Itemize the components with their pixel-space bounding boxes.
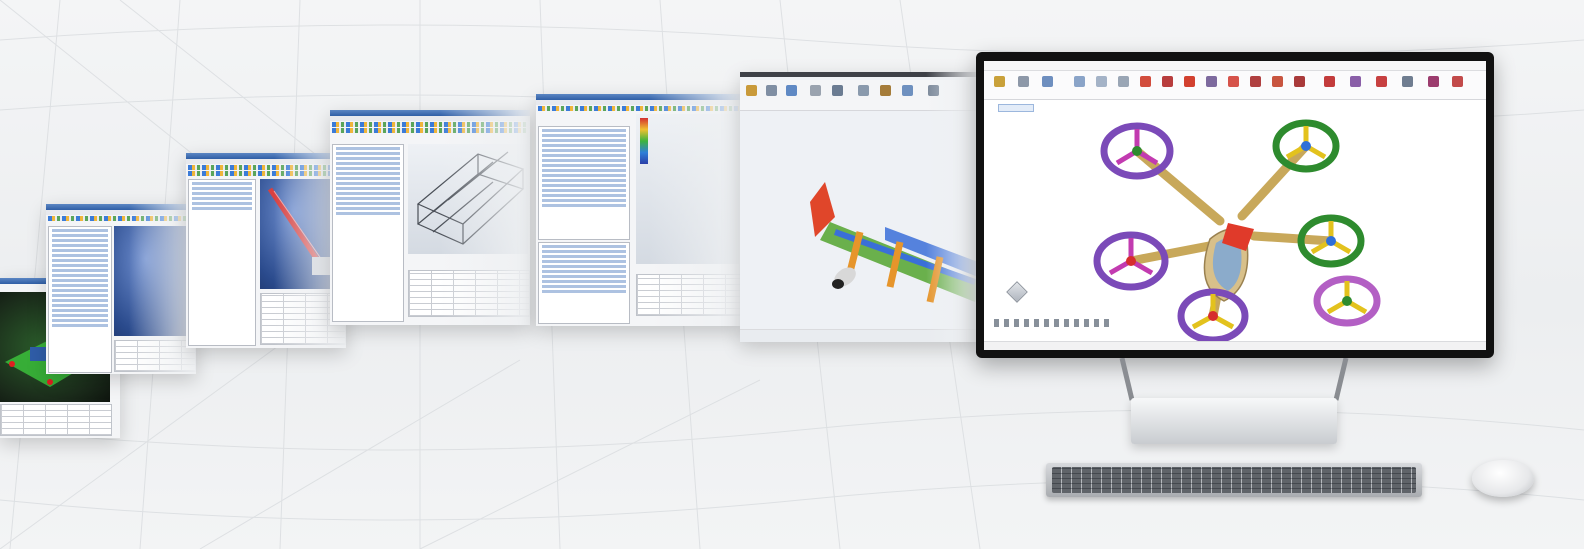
ribbon-tool-icon[interactable]	[1042, 76, 1053, 87]
ribbon-tool-icon[interactable]	[1350, 76, 1361, 87]
ribbon-tool-icon[interactable]	[1074, 76, 1085, 87]
properties-panel	[538, 242, 630, 324]
desktop-monitor	[976, 52, 1494, 358]
fade-overlay	[648, 94, 741, 326]
monitor-stand-base	[1131, 398, 1337, 444]
hero-banner	[0, 0, 1584, 549]
ribbon-tool-icon[interactable]	[1206, 76, 1217, 87]
ribbon-tool-icon[interactable]	[1250, 76, 1261, 87]
ribbon-tool-icon[interactable]	[1096, 76, 1107, 87]
properties-table	[0, 404, 112, 436]
menu-bar	[984, 61, 1486, 71]
legacy-window-5	[536, 94, 741, 326]
modern-window	[740, 72, 978, 342]
ribbon-tool-icon[interactable]	[1324, 76, 1335, 87]
keyboard-keys	[1052, 467, 1416, 493]
fade-overlay	[925, 72, 978, 342]
keyboard-icon	[1046, 463, 1422, 497]
legacy-window-4	[330, 110, 530, 325]
ribbon-tool-icon[interactable]	[1272, 76, 1283, 87]
model-tree	[188, 179, 256, 346]
fade-overlay	[440, 110, 530, 325]
application-window	[984, 61, 1486, 350]
ribbon-tool-icon[interactable]	[1428, 76, 1439, 87]
ribbon-tool-icon[interactable]	[1452, 76, 1463, 87]
model-tree	[48, 226, 112, 373]
viewport-controls-bar	[994, 319, 1114, 327]
legacy-window-2	[46, 204, 196, 374]
model-tree	[538, 126, 630, 240]
mouse-icon	[1472, 460, 1534, 497]
ribbon-tool-icon[interactable]	[1228, 76, 1239, 87]
ribbon-toolbar	[984, 71, 1486, 100]
ribbon-tool-icon[interactable]	[1118, 76, 1129, 87]
legacy-window-3	[186, 153, 346, 348]
drone-model	[1093, 119, 1381, 344]
ribbon-tool-icon[interactable]	[1140, 76, 1151, 87]
model-tree	[332, 144, 404, 322]
ribbon-tool-icon[interactable]	[1402, 76, 1413, 87]
ribbon-tool-icon[interactable]	[1018, 76, 1029, 87]
ribbon-tool-icon[interactable]	[1294, 76, 1305, 87]
contour-legend	[640, 118, 648, 164]
status-bar	[984, 341, 1486, 350]
ribbon-tool-icon[interactable]	[1162, 76, 1173, 87]
ribbon-tool-icon[interactable]	[1184, 76, 1195, 87]
ribbon-tool-icon[interactable]	[994, 76, 1005, 87]
ribbon-tool-icon[interactable]	[1376, 76, 1387, 87]
